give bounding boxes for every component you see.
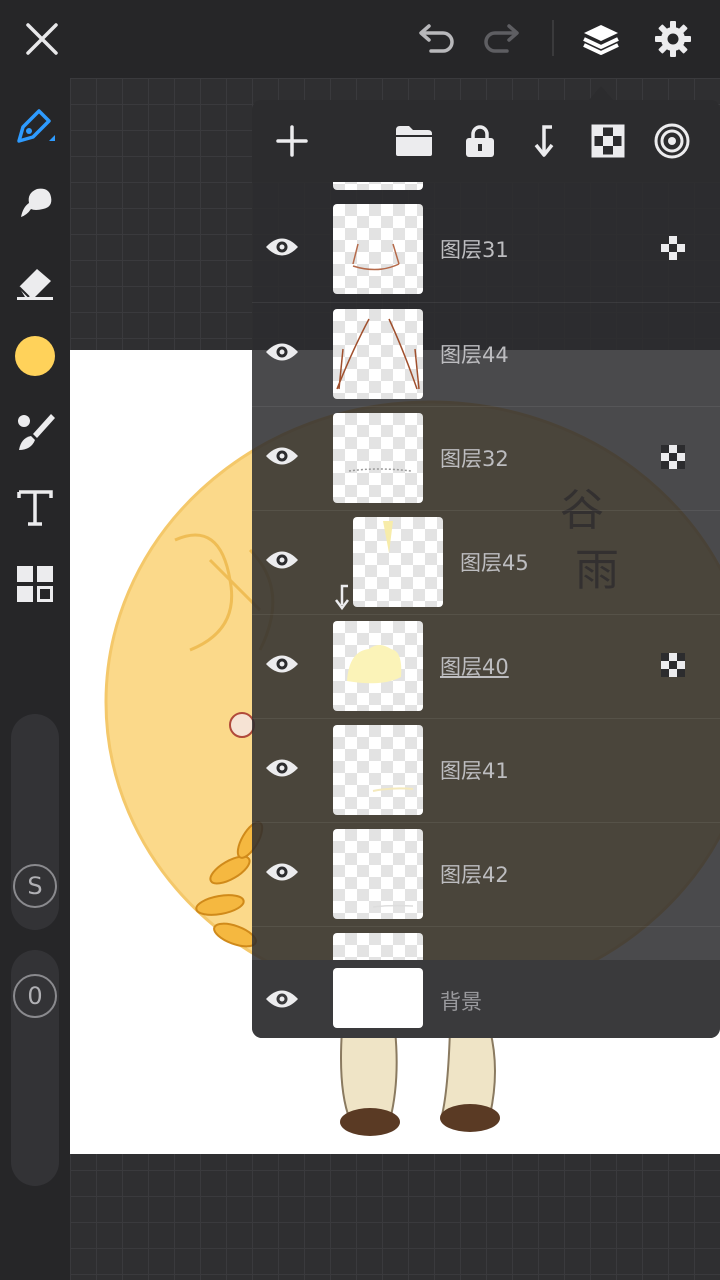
layer-name: 图层31	[440, 238, 509, 262]
layer-thumbnail	[333, 309, 423, 399]
left-toolbar: S 0	[0, 78, 70, 1280]
layer-thumbnail	[333, 829, 423, 919]
layer-thumbnail	[333, 204, 423, 294]
brush-opacity-badge: 0	[13, 974, 57, 1018]
layer-thumbnail	[333, 182, 423, 190]
folder-icon	[396, 126, 432, 156]
color-circle-icon	[15, 336, 55, 376]
brush-size-badge: S	[13, 864, 57, 908]
grid-tools-icon	[17, 566, 53, 602]
alpha-lock-icon[interactable]	[660, 235, 686, 261]
background-layer-name: 背景	[440, 990, 482, 1014]
close-button[interactable]	[17, 14, 67, 64]
layer-thumbnail	[353, 517, 443, 607]
lock-icon	[466, 125, 494, 157]
layer-name-selected: 图层40	[440, 655, 509, 679]
alpha-lock-icon	[591, 124, 625, 158]
alpha-lock-icon[interactable]	[660, 444, 686, 470]
smudge-tool-button[interactable]	[10, 178, 60, 228]
eye-icon	[266, 551, 298, 569]
add-layer-icon	[276, 125, 308, 157]
brush-size-slider[interactable]: S	[11, 714, 59, 930]
layer-row[interactable]: 图层31	[252, 198, 720, 301]
layer-list[interactable]: 图层31 图层44 图层32 图层45 图层40 图层41 图层42	[252, 182, 720, 960]
brush-settings-button[interactable]	[10, 407, 60, 457]
alpha-lock-button[interactable]	[583, 116, 633, 166]
text-tool-icon	[17, 490, 53, 526]
gear-icon	[655, 21, 691, 57]
layer-panel-header	[252, 100, 720, 182]
visibility-toggle[interactable]	[264, 438, 300, 474]
text-tool-button[interactable]	[10, 483, 60, 533]
toolbar-divider	[552, 20, 554, 56]
smudge-tool-icon	[21, 188, 52, 217]
layer-row[interactable]: 图层32	[252, 406, 720, 510]
layer-row[interactable]: 图层42	[252, 822, 720, 926]
folder-button[interactable]	[389, 116, 439, 166]
undo-button[interactable]	[412, 14, 462, 64]
background-layer-row[interactable]: 背景	[252, 960, 720, 1038]
visibility-toggle[interactable]	[264, 646, 300, 682]
layer-name: 图层42	[440, 863, 509, 887]
layers-icon	[583, 25, 619, 55]
visibility-toggle[interactable]	[264, 334, 300, 370]
clip-icon	[534, 125, 554, 157]
layer-thumbnail	[333, 725, 423, 815]
eye-icon	[266, 343, 298, 361]
eye-icon	[266, 863, 298, 881]
undo-icon	[419, 24, 454, 53]
blend-icon	[654, 123, 690, 159]
eye-icon	[266, 990, 298, 1008]
eye-icon	[266, 447, 298, 465]
visibility-toggle[interactable]	[264, 854, 300, 890]
brush-opacity-slider[interactable]: 0	[11, 950, 59, 1186]
layer-row-partial[interactable]	[252, 926, 720, 960]
brush-settings-icon	[18, 414, 55, 450]
layer-row-partial[interactable]	[252, 182, 720, 197]
clipping-arrow-icon	[335, 584, 349, 611]
grid-tools-button[interactable]	[10, 559, 60, 609]
redo-button[interactable]	[476, 14, 526, 64]
visibility-toggle[interactable]	[264, 542, 300, 578]
close-icon	[26, 23, 58, 55]
top-bar	[0, 0, 720, 78]
visibility-toggle[interactable]	[264, 981, 300, 1017]
add-layer-button[interactable]	[267, 116, 317, 166]
layer-panel: 图层31 图层44 图层32 图层45 图层40 图层41 图层42 背景	[252, 100, 720, 1038]
layer-row[interactable]: 图层41	[252, 718, 720, 822]
layer-name: 图层45	[460, 551, 529, 575]
settings-button[interactable]	[648, 14, 698, 64]
lock-button[interactable]	[455, 116, 505, 166]
eraser-button[interactable]	[10, 256, 60, 306]
layer-row[interactable]: 图层44	[252, 302, 720, 406]
layers-button[interactable]	[576, 14, 626, 64]
color-swatch[interactable]	[10, 331, 60, 381]
layer-name: 图层44	[440, 343, 509, 367]
panel-pointer	[589, 86, 613, 100]
visibility-toggle[interactable]	[264, 229, 300, 265]
eraser-icon	[17, 269, 53, 300]
eye-icon	[266, 655, 298, 673]
redo-icon	[484, 24, 519, 53]
layer-thumbnail	[333, 413, 423, 503]
background-thumbnail	[333, 968, 423, 1028]
alpha-lock-icon[interactable]	[660, 652, 686, 678]
layer-name: 图层32	[440, 447, 509, 471]
layer-thumbnail	[333, 621, 423, 711]
pen-tool-button[interactable]	[10, 100, 60, 150]
layer-row[interactable]: 图层45	[252, 510, 720, 614]
layer-row[interactable]: 图层40	[252, 614, 720, 718]
layer-name: 图层41	[440, 759, 509, 783]
layer-thumbnail	[333, 933, 423, 960]
eye-icon	[266, 759, 298, 777]
clip-button[interactable]	[519, 116, 569, 166]
blend-mode-button[interactable]	[647, 116, 697, 166]
visibility-toggle[interactable]	[264, 750, 300, 786]
pen-tool-icon	[17, 109, 55, 143]
eye-icon	[266, 238, 298, 256]
